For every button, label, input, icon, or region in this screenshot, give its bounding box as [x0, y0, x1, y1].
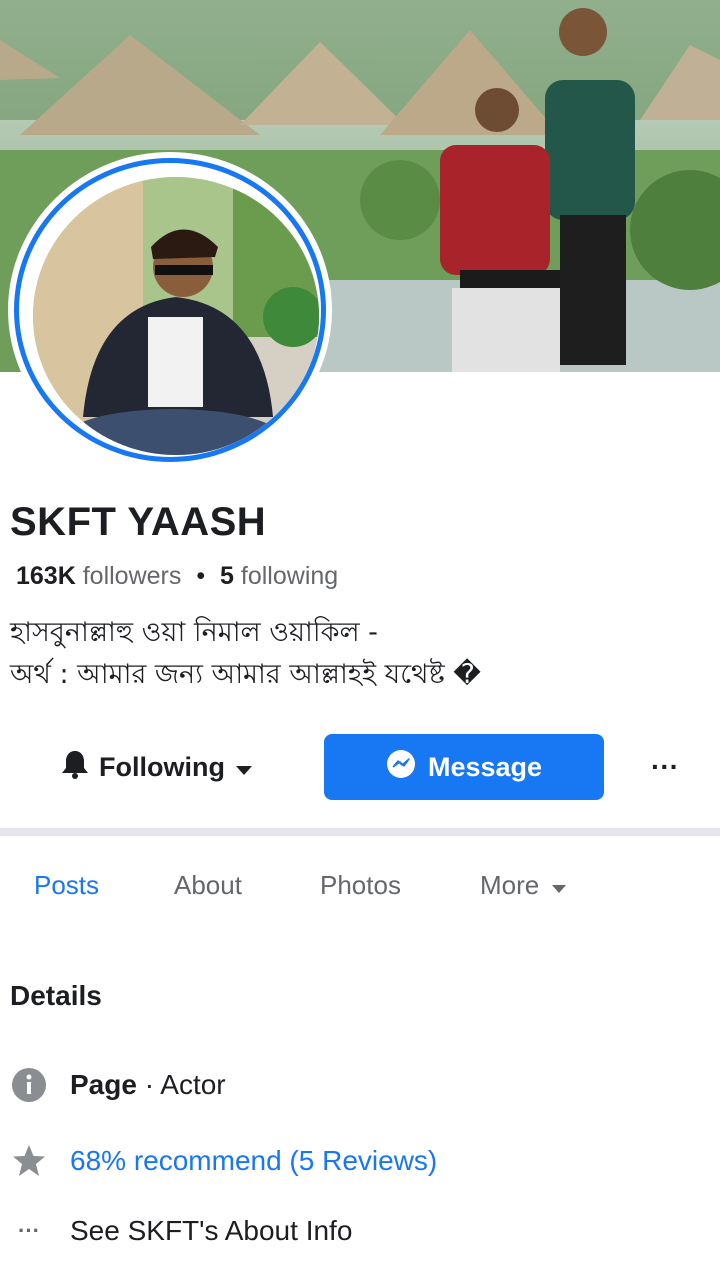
more-dots-icon: ··· — [18, 1218, 40, 1243]
following-button[interactable]: Following — [32, 734, 282, 800]
caret-down-icon — [235, 752, 253, 783]
followers-count[interactable]: 163K — [16, 562, 76, 590]
tab-more-label: More — [480, 870, 540, 900]
recommend-link[interactable]: 68% recommend (5 Reviews) — [70, 1145, 437, 1177]
profile-tabs: Posts About Photos More — [0, 870, 720, 920]
star-icon — [10, 1142, 48, 1180]
avatar[interactable] — [33, 177, 319, 455]
message-button[interactable]: Message — [324, 734, 604, 800]
following-label[interactable]: following — [241, 562, 338, 590]
detail-page-label: Page — [70, 1069, 137, 1100]
following-button-label: Following — [99, 751, 225, 782]
stats-separator: • — [196, 562, 206, 590]
detail-row-recommend[interactable]: 68% recommend (5 Reviews) — [10, 1142, 437, 1180]
detail-row-page: Page · Actor — [10, 1066, 226, 1104]
bio-line-2: অর্থ : আমার জন্য আমার আল্লাহই যথেষ্ট � — [10, 659, 481, 690]
detail-row-about-info[interactable]: ··· See SKFT's About Info — [10, 1212, 352, 1250]
detail-page-category: · Actor — [136, 1069, 226, 1100]
info-icon — [10, 1066, 48, 1104]
following-count[interactable]: 5 — [220, 562, 234, 590]
bio-line-1: হাসবুনাল্লাহু ওয়া নিমাল ওয়াকিল - — [10, 617, 378, 648]
messenger-icon — [386, 749, 416, 786]
message-button-label: Message — [427, 751, 543, 782]
followers-label[interactable]: followers — [83, 562, 182, 590]
caret-down-icon — [551, 870, 567, 901]
story-ring — [14, 158, 326, 462]
follow-stats: 163K followers • 5 following — [16, 562, 338, 591]
tab-photos[interactable]: Photos — [320, 870, 401, 901]
more-options-button[interactable]: ··· — [630, 734, 700, 800]
details-heading: Details — [10, 980, 102, 1011]
tab-posts[interactable]: Posts — [34, 870, 99, 901]
tab-more[interactable]: More — [480, 870, 567, 901]
profile-picture-frame[interactable] — [8, 152, 332, 468]
section-divider — [0, 828, 720, 836]
page-title: SKFT YAASH — [10, 500, 267, 544]
bell-icon — [61, 749, 89, 786]
about-info-link[interactable]: See SKFT's About Info — [70, 1215, 352, 1247]
bio: হাসবুনাল্লাহু ওয়া নিমাল ওয়াকিল - অর্থ … — [10, 612, 481, 696]
tab-about[interactable]: About — [174, 870, 242, 901]
more-dots-icon: ··· — [651, 751, 679, 782]
